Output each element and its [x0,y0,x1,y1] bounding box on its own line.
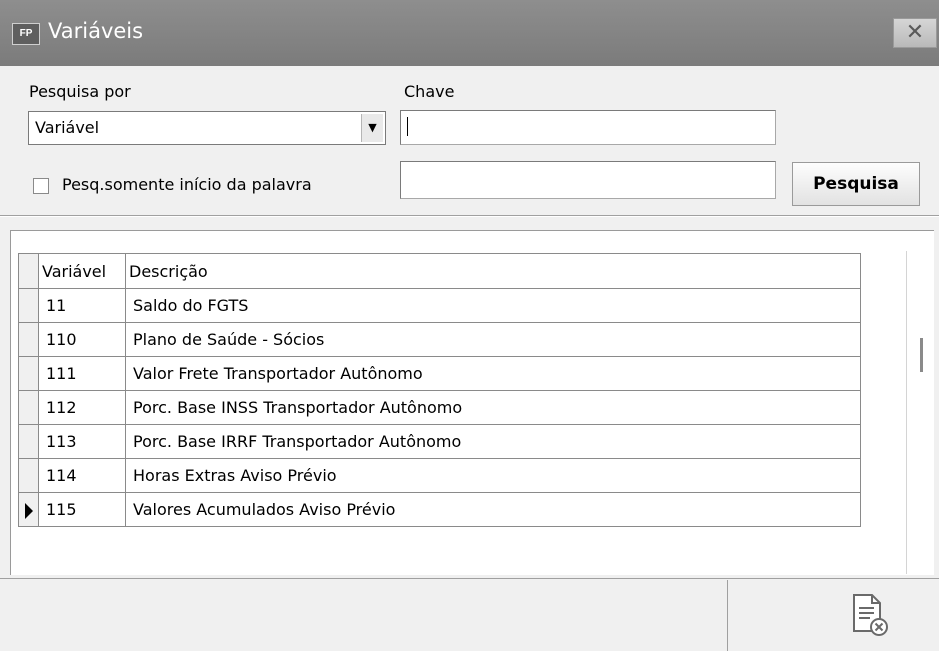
search-by-value: Variável [35,118,100,137]
starts-with-checkbox[interactable] [33,178,49,194]
variable-description-cell: Valores Acumulados Aviso Prévio [125,492,861,527]
variable-description-cell: Horas Extras Aviso Prévio [125,458,861,493]
current-row-icon [24,502,33,519]
key-input[interactable] [400,110,776,145]
scrollbar-thumb[interactable] [920,338,923,372]
variables-grid[interactable]: Variável Descrição 11 Saldo do FGTS 110 … [10,230,934,575]
row-indicator [18,288,39,323]
divider-highlight [0,216,939,217]
document-close-icon[interactable] [850,593,890,637]
table-header-row: Variável Descrição [18,253,861,289]
text-caret [407,117,408,136]
variable-code-cell: 11 [38,288,126,323]
variables-table: Variável Descrição 11 Saldo do FGTS 110 … [18,253,861,527]
table-row[interactable]: 114 Horas Extras Aviso Prévio [18,458,861,493]
table-row[interactable]: 111 Valor Frete Transportador Autônomo [18,356,861,391]
table-row[interactable]: 11 Saldo do FGTS [18,288,861,323]
variable-description-cell: Porc. Base INSS Transportador Autônomo [125,390,861,425]
variable-code-cell: 113 [38,424,126,459]
variable-code-cell: 111 [38,356,126,391]
row-indicator [18,424,39,459]
grid-scroll-gutter [906,251,907,574]
variable-code-cell: 114 [38,458,126,493]
table-row[interactable]: 112 Porc. Base INSS Transportador Autôno… [18,390,861,425]
key-secondary-input[interactable] [400,161,776,199]
footer-vertical-divider [727,580,728,651]
column-header-description[interactable]: Descrição [125,253,861,289]
row-indicator [18,322,39,357]
variable-description-cell: Plano de Saúde - Sócios [125,322,861,357]
app-icon: FP [12,23,40,45]
title-bar: FP Variáveis ✕ [0,0,939,66]
table-row[interactable]: 110 Plano de Saúde - Sócios [18,322,861,357]
variable-description-cell: Valor Frete Transportador Autônomo [125,356,861,391]
variable-code-cell: 115 [38,492,126,527]
variable-description-cell: Saldo do FGTS [125,288,861,323]
variable-description-cell: Porc. Base IRRF Transportador Autônomo [125,424,861,459]
row-indicator [18,390,39,425]
window-title: Variáveis [48,19,144,43]
table-row[interactable]: 113 Porc. Base IRRF Transportador Autôno… [18,424,861,459]
column-header-variable[interactable]: Variável [38,253,126,289]
starts-with-label: Pesq.somente início da palavra [62,175,312,194]
row-indicator [18,356,39,391]
header-indicator-cell [18,253,39,289]
search-by-label: Pesquisa por [29,82,131,101]
search-by-select[interactable]: Variável ▼ [28,111,386,145]
row-indicator [18,492,39,527]
key-label: Chave [404,82,455,101]
variable-code-cell: 112 [38,390,126,425]
close-button[interactable]: ✕ [893,18,937,48]
variable-code-cell: 110 [38,322,126,357]
chevron-down-icon[interactable]: ▼ [361,114,383,142]
row-indicator [18,458,39,493]
search-button[interactable]: Pesquisa [792,162,920,206]
table-row[interactable]: 115 Valores Acumulados Aviso Prévio [18,492,861,527]
footer-divider [0,578,939,579]
